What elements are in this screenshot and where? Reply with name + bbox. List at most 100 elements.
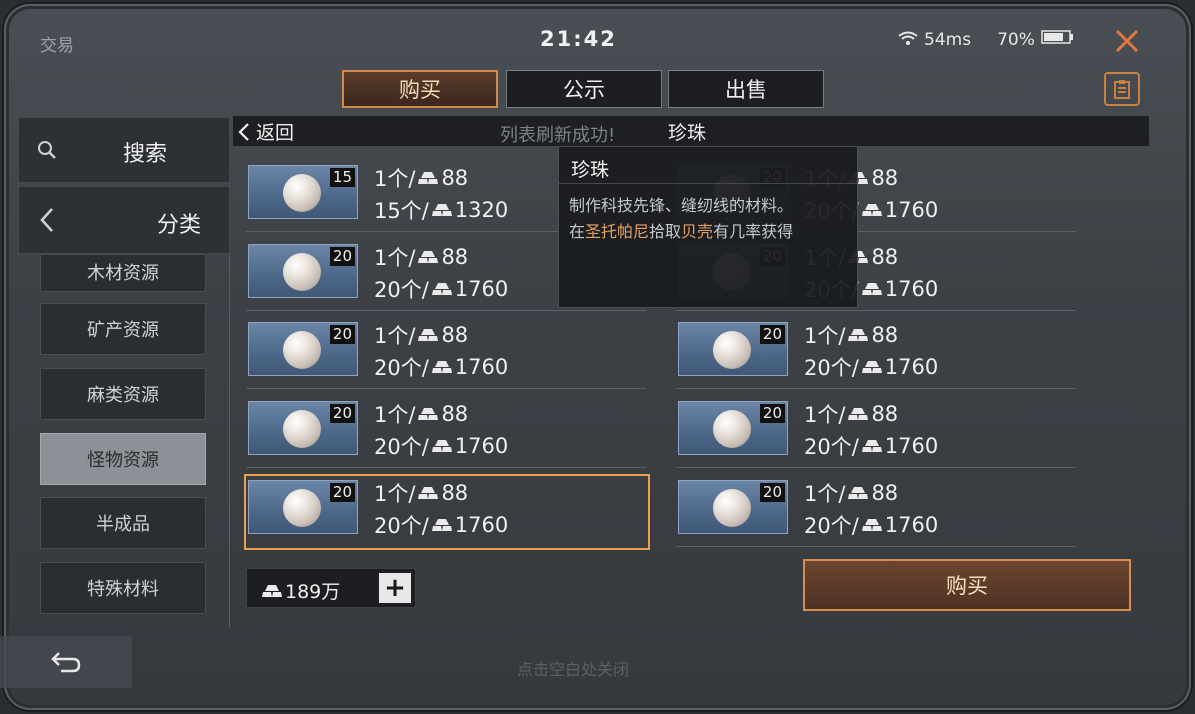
listing-card[interactable]: 201个/8820个/1760 — [676, 320, 1084, 398]
quantity-badge: 20 — [329, 483, 355, 502]
total-price-prefix: 20个/ — [374, 278, 429, 302]
item-tooltip: 珍珠 制作科技先锋、缝纫线的材料。 在圣托帕尼拾取贝壳有几率获得 — [558, 146, 858, 308]
sidebar-item-special[interactable]: 特殊材料 — [40, 562, 206, 614]
total-price-value: 1760 — [454, 513, 509, 537]
listing-card[interactable]: 201个/8820个/1760 — [676, 399, 1084, 477]
silver-ingot-icon — [418, 328, 439, 342]
pearl-icon — [713, 331, 751, 369]
total-price-value: 1760 — [454, 355, 509, 379]
total-price-prefix: 20个/ — [804, 435, 859, 459]
row-divider — [246, 467, 646, 468]
status-bar: 54ms 70% — [898, 29, 1075, 50]
item-thumbnail: 20 — [678, 401, 788, 455]
pearl-icon — [283, 331, 321, 369]
order-list-button[interactable] — [1104, 72, 1140, 106]
tooltip-title: 珍珠 — [571, 159, 610, 181]
battery-icon — [1041, 29, 1075, 50]
sidebar-divider — [229, 256, 230, 628]
tab-sell[interactable]: 出售 — [668, 70, 824, 108]
unit-price-value: 88 — [441, 323, 469, 347]
source-prefix: 在 — [569, 222, 586, 241]
clock: 21:42 — [540, 27, 617, 51]
total-price-value: 1320 — [454, 198, 509, 222]
total-price-prefix: 20个/ — [374, 435, 429, 459]
sidebar-item-hemp[interactable]: 麻类资源 — [40, 368, 206, 420]
quantity-badge: 20 — [329, 325, 355, 344]
unit-price-prefix: 1个/ — [374, 324, 416, 348]
pearl-icon — [283, 253, 321, 291]
silver-ingot-icon — [431, 360, 452, 374]
total-price-value: 1760 — [884, 355, 939, 379]
tab-buy[interactable]: 购买 — [342, 70, 498, 108]
silver-ingot-icon — [861, 439, 882, 453]
total-price: 20个/1760 — [804, 431, 938, 461]
silver-ingot-icon — [418, 486, 439, 500]
row-divider — [676, 310, 1076, 311]
sidebar-item-semi-finished[interactable]: 半成品 — [40, 497, 206, 549]
row-divider — [676, 388, 1076, 389]
total-price-prefix: 20个/ — [804, 514, 859, 538]
tab-public[interactable]: 公示 — [506, 70, 662, 108]
search-button[interactable]: 搜索 — [18, 117, 230, 183]
total-price: 20个/1760 — [804, 510, 938, 540]
search-icon — [37, 140, 57, 164]
listing-card[interactable]: 20 1个/88 20个/1760 — [246, 320, 654, 398]
row-divider — [676, 467, 1076, 468]
back-label: 返回 — [256, 122, 295, 144]
total-price: 20个/1760 — [374, 431, 508, 461]
total-price: 15个/1320 — [374, 195, 508, 225]
sidebar-item-mineral[interactable]: 矿产资源 — [40, 303, 206, 355]
item-title: 珍珠 — [668, 122, 707, 144]
total-price-value: 1760 — [454, 434, 509, 458]
tooltip-source: 在圣托帕尼拾取贝壳有几率获得 — [569, 221, 849, 243]
tooltip-divider — [559, 183, 857, 184]
unit-price: 1个/88 — [374, 399, 468, 429]
listing-card[interactable]: 201个/8820个/1760 — [676, 478, 1084, 556]
unit-price-prefix: 1个/ — [804, 324, 846, 348]
unit-price-value: 88 — [871, 323, 899, 347]
close-button[interactable] — [1108, 22, 1146, 60]
chevron-left-icon — [39, 207, 55, 237]
silver-ingot-icon — [861, 282, 882, 296]
silver-ingot-icon — [431, 439, 452, 453]
listing-card[interactable]: 201个/8820个/1760 — [246, 399, 654, 477]
wallet-box: 189万 + — [246, 568, 416, 608]
tooltip-desc-line: 制作科技先锋、缝纫线的材料。 — [569, 196, 794, 215]
back-link[interactable]: 返回 — [238, 118, 294, 145]
source-item: 贝壳 — [681, 222, 714, 241]
item-thumbnail: 20 — [248, 322, 358, 376]
silver-ingot-icon — [848, 328, 869, 342]
sidebar-item-wood[interactable]: 木材资源 — [40, 254, 206, 292]
source-place: 圣托帕尼 — [585, 222, 650, 241]
battery-value: 70% — [997, 29, 1035, 50]
wifi-icon — [898, 30, 918, 50]
return-icon — [51, 652, 81, 673]
chevron-left-icon — [238, 122, 256, 144]
back-button[interactable] — [0, 636, 132, 688]
listing-card[interactable]: 201个/8820个/1760 — [244, 474, 654, 556]
buy-button[interactable]: 购买 — [803, 559, 1131, 611]
quantity-badge: 20 — [759, 404, 785, 423]
silver-ingot-icon — [418, 171, 439, 185]
total-price: 20个/1760 — [374, 510, 508, 540]
add-currency-button[interactable]: + — [379, 573, 411, 603]
silver-ingot-icon — [262, 584, 282, 598]
row-divider — [676, 546, 1076, 547]
quantity-badge: 20 — [759, 483, 785, 502]
unit-price: 1个/88 — [374, 320, 468, 350]
pearl-icon — [283, 410, 321, 448]
item-thumbnail: 20 — [248, 480, 358, 534]
sidebar-item-monster[interactable]: 怪物资源 — [40, 433, 206, 485]
source-mid: 拾取 — [649, 222, 682, 241]
total-price-prefix: 20个/ — [374, 356, 429, 380]
tooltip-description: 制作科技先锋、缝纫线的材料。 在圣托帕尼拾取贝壳有几率获得 — [569, 195, 849, 243]
silver-ingot-icon — [431, 518, 452, 532]
total-price: 20个/1760 — [374, 274, 508, 304]
total-price-value: 1760 — [454, 277, 509, 301]
total-price-value: 1760 — [884, 198, 939, 222]
unit-price-value: 88 — [871, 402, 899, 426]
category-button[interactable]: 分类 — [18, 186, 230, 254]
silver-ingot-icon — [861, 360, 882, 374]
item-thumbnail: 20 — [678, 480, 788, 534]
row-divider — [246, 310, 646, 311]
